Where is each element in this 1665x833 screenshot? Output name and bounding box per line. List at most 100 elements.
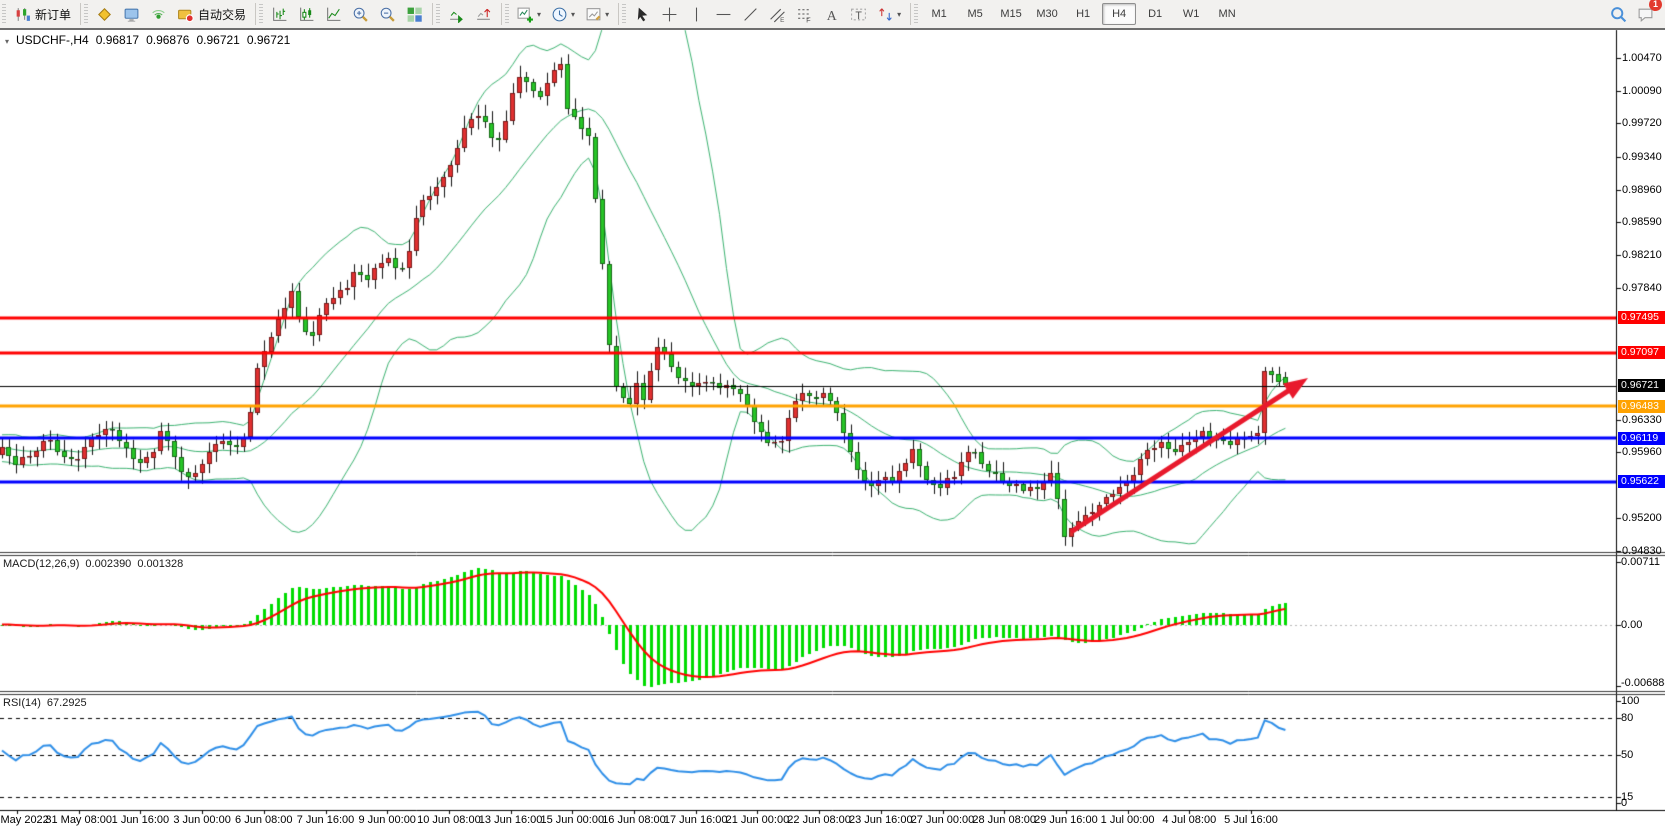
vline-icon <box>688 6 705 23</box>
zoom-out-icon <box>379 6 396 23</box>
chart-line-icon <box>325 6 342 23</box>
candlestick-chart-button[interactable] <box>293 1 320 27</box>
channel-button[interactable]: E <box>764 1 791 27</box>
rsi-pane[interactable] <box>0 695 1616 810</box>
channel-icon: E <box>769 6 786 23</box>
zoom-in-icon <box>352 6 369 23</box>
new-order-button[interactable]: 新订单 <box>9 1 76 27</box>
toolbar-group-trade: 新订单 <box>0 0 79 28</box>
cursor-icon <box>634 6 651 23</box>
toolbar-grip[interactable] <box>259 4 263 24</box>
timeframe-button-m30[interactable]: M30 <box>1030 3 1064 25</box>
svg-text:A: A <box>827 7 837 22</box>
text-button[interactable]: A <box>818 1 845 27</box>
market-button[interactable] <box>118 1 145 27</box>
timeframe-button-m15[interactable]: M15 <box>994 3 1028 25</box>
autoscroll-icon <box>448 6 465 23</box>
shift-icon <box>475 6 492 23</box>
diamond-icon <box>96 6 113 23</box>
main-chart-pane[interactable] <box>0 30 1616 552</box>
toolbar-grip[interactable] <box>84 4 88 24</box>
toolbar-grip[interactable] <box>505 4 509 24</box>
crosshair-icon <box>661 6 678 23</box>
chart-bars-icon <box>271 6 288 23</box>
toolbar-separator <box>501 3 502 25</box>
notifications-button[interactable]: 1 <box>1632 1 1659 27</box>
text-label-icon: T <box>850 6 867 23</box>
signals-button[interactable] <box>145 1 172 27</box>
timeframe-button-h1[interactable]: H1 <box>1066 3 1100 25</box>
chevron-down-icon[interactable]: ▾ <box>605 10 609 19</box>
toolbar-grip[interactable] <box>436 4 440 24</box>
toolbar-group-scrolling <box>434 0 500 28</box>
clock-icon <box>551 6 568 23</box>
cursor-button[interactable] <box>629 1 656 27</box>
template-icon <box>585 6 602 23</box>
new-order-button-label: 新订单 <box>35 6 71 23</box>
toolbar-grip[interactable] <box>914 4 918 24</box>
horizontal-line-button[interactable] <box>710 1 737 27</box>
toolbar-separator <box>255 3 256 25</box>
tile-windows-button[interactable] <box>401 1 428 27</box>
toolbar-grip[interactable] <box>2 4 6 24</box>
text-a-icon: A <box>823 6 840 23</box>
timeframe-button-mn[interactable]: MN <box>1210 3 1244 25</box>
shapes-icon <box>877 6 894 23</box>
svg-text:E: E <box>780 16 784 22</box>
auto-scroll-button[interactable] <box>443 1 470 27</box>
tiles-icon <box>406 6 423 23</box>
fibonacci-button[interactable]: F <box>791 1 818 27</box>
timeframe-button-w1[interactable]: W1 <box>1174 3 1208 25</box>
chevron-down-icon[interactable]: ▾ <box>897 10 901 19</box>
market-icon <box>123 6 140 23</box>
arrows-button[interactable]: ▾ <box>872 1 906 27</box>
timeframe-button-d1[interactable]: D1 <box>1138 3 1172 25</box>
autotrading-button[interactable]: 自动交易 <box>172 1 251 27</box>
toolbar-group-drawing: E F A T ▾ <box>620 0 909 28</box>
trading-platform-window: 新订单自动交易▾▾▾EFAT▾M1M5M15M30H1H4D1W1MN1 ▾US… <box>0 0 1665 833</box>
fibo-icon: F <box>796 6 813 23</box>
bar-chart-button[interactable] <box>266 1 293 27</box>
signals-icon <box>150 6 167 23</box>
chevron-down-icon[interactable]: ▾ <box>571 10 575 19</box>
toolbar-group-timeframes: M1M5M15M30H1H4D1W1MN <box>912 0 1248 28</box>
toolbar-right-tools: 1 <box>1605 0 1659 28</box>
text-label-button[interactable]: T <box>845 1 872 27</box>
toolbar-separator <box>80 3 81 25</box>
hline-icon <box>715 6 732 23</box>
timeframe-button-h4[interactable]: H4 <box>1102 3 1136 25</box>
new-order-icon <box>14 6 31 23</box>
templates-button[interactable]: ▾ <box>580 1 614 27</box>
trendline-button[interactable] <box>737 1 764 27</box>
svg-text:F: F <box>806 15 811 23</box>
tline-icon <box>742 6 759 23</box>
periods-button[interactable]: ▾ <box>546 1 580 27</box>
toolbar-group-inserts: ▾ ▾ ▾ <box>503 0 617 28</box>
autotrading-icon <box>177 6 194 23</box>
zoom-out-button[interactable] <box>374 1 401 27</box>
crosshair-button[interactable] <box>656 1 683 27</box>
search-button[interactable] <box>1605 1 1632 27</box>
search-icon <box>1610 6 1627 23</box>
svg-text:T: T <box>855 9 862 21</box>
toolbar-separator <box>432 3 433 25</box>
chart-shift-button[interactable] <box>470 1 497 27</box>
autotrading-button-label: 自动交易 <box>198 6 246 23</box>
indicators-button[interactable]: ▾ <box>512 1 546 27</box>
line-chart-button[interactable] <box>320 1 347 27</box>
toolbar-grip[interactable] <box>622 4 626 24</box>
notification-badge: 1 <box>1649 0 1662 11</box>
toolbar-separator <box>910 3 911 25</box>
metaeditor-button[interactable] <box>91 1 118 27</box>
zoom-in-button[interactable] <box>347 1 374 27</box>
toolbar-group-chart-display <box>257 0 431 28</box>
timeframe-button-m1[interactable]: M1 <box>922 3 956 25</box>
timeframe-button-m5[interactable]: M5 <box>958 3 992 25</box>
toolbar-group-services: 自动交易 <box>82 0 254 28</box>
toolbar: 新订单 自动交易 ▾ ▾ ▾ E F A T ▾ M1M5M15M30H1H4D1W1MN 1 <box>0 0 1665 30</box>
macd-pane[interactable] <box>0 556 1616 691</box>
vertical-line-button[interactable] <box>683 1 710 27</box>
toolbar-separator <box>618 3 619 25</box>
chevron-down-icon[interactable]: ▾ <box>537 10 541 19</box>
indicators-icon <box>517 6 534 23</box>
